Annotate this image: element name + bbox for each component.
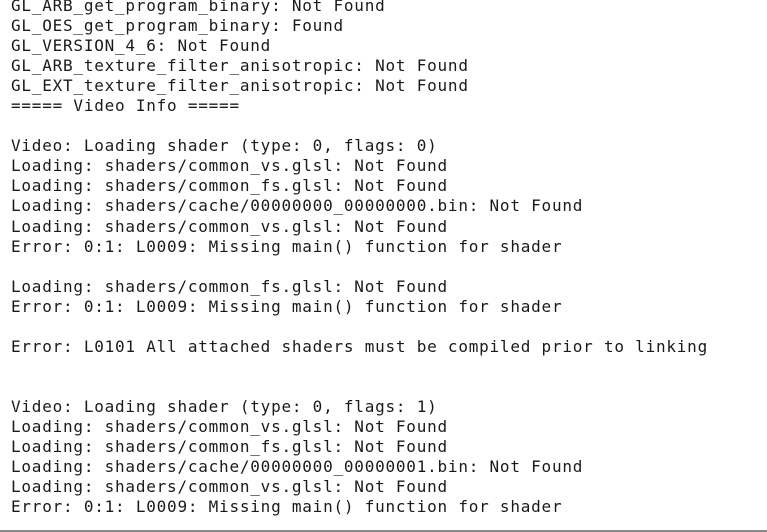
log-line: Loading: shaders/common_fs.glsl: Not Fou… [11,176,448,196]
log-line: Loading: shaders/common_fs.glsl: Not Fou… [11,437,448,457]
log-line: Loading: shaders/common_vs.glsl: Not Fou… [11,216,448,236]
log-line: Loading: shaders/cache/00000000_00000000… [11,196,584,216]
log-line: ===== Video Info ===== [11,96,240,116]
log-line: Loading: shaders/common_vs.glsl: Not Fou… [11,477,448,497]
log-line: Loading: shaders/common_vs.glsl: Not Fou… [11,156,448,176]
log-line: Loading: shaders/common_fs.glsl: Not Fou… [11,276,448,296]
log-line: Error: L0101 All attached shaders must b… [11,336,708,356]
log-line: Loading: shaders/common_vs.glsl: Not Fou… [11,416,448,436]
log-line: Video: Loading shader (type: 0, flags: 1… [11,396,438,416]
console-log-output[interactable]: GL_ARB_get_program_binary: Not Found GL_O… [11,0,767,530]
log-line: Error: 0:1: L0009: Missing main() functi… [11,296,563,316]
log-line: GL_ARB_get_program_binary: Not Found [11,0,386,15]
log-line: Error: 0:1: L0009: Missing main() functi… [11,497,563,517]
log-line: GL_EXT_texture_filter_anisotropic: Not F… [11,76,469,96]
log-line: GL_ARB_texture_filter_anisotropic: Not F… [11,56,469,76]
log-line: Error: 0:1: L0009: Missing main() functi… [11,236,563,256]
log-line: Loading: shaders/cache/00000000_00000001… [11,457,584,477]
log-line: GL_OES_get_program_binary: Found [11,16,344,36]
log-line: GL_VERSION_4_6: Not Found [11,36,272,56]
log-line: Video: Loading shader (type: 0, flags: 0… [11,136,438,156]
